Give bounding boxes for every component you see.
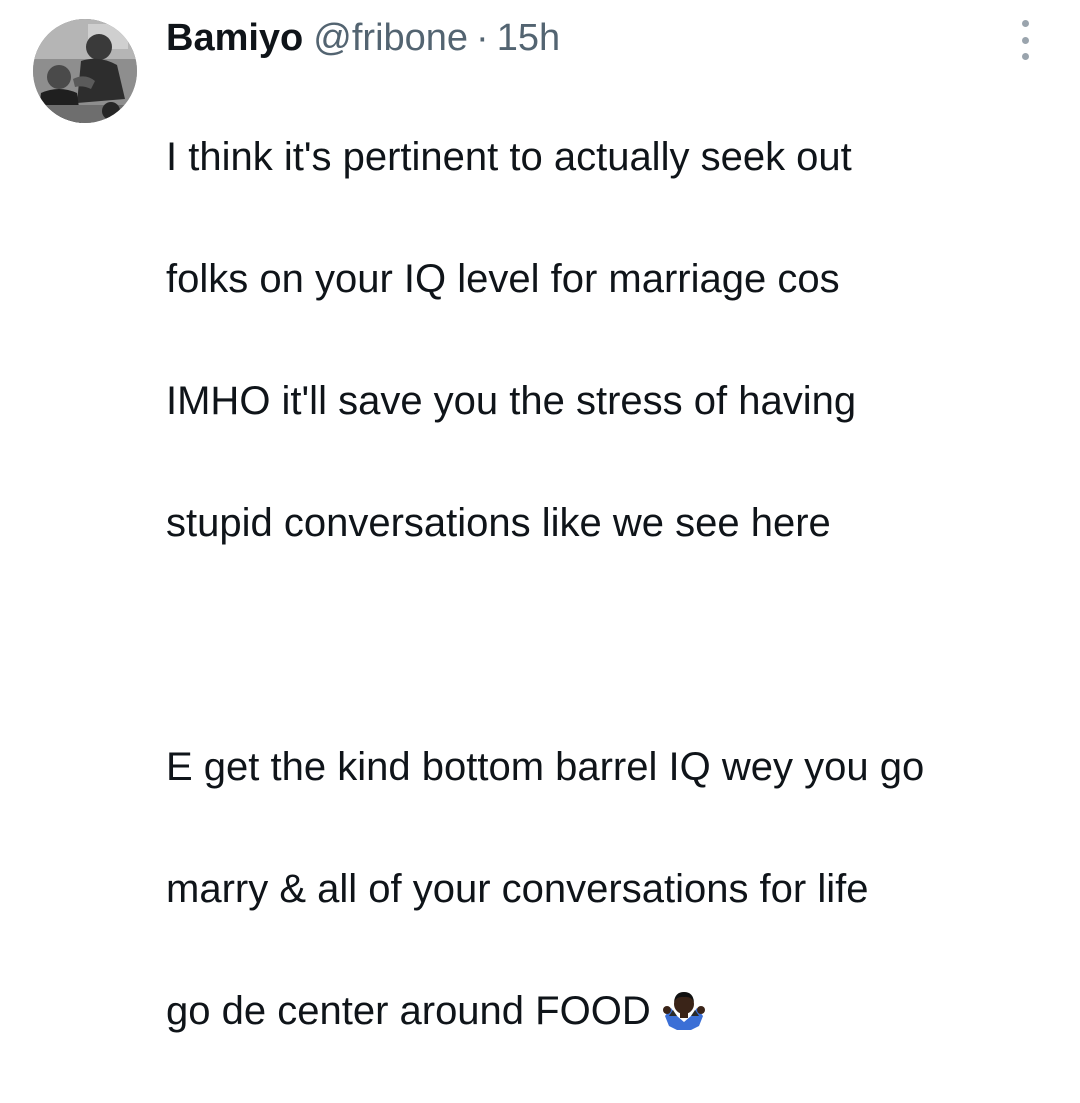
tweet-header: Bamiyo @fribone · 15h (166, 12, 560, 64)
more-options-icon[interactable] (1010, 20, 1040, 60)
tweet-line: stupid conversations like we see here (166, 501, 831, 545)
author-handle[interactable]: @fribone (313, 12, 468, 64)
more-dot (1021, 20, 1029, 27)
paragraph-break (166, 615, 1066, 676)
author-name[interactable]: Bamiyo (166, 12, 303, 64)
tweet-line: IMHO it'll save you the stress of having (166, 379, 857, 423)
tweet-line: marry & all of your conversations for li… (166, 867, 869, 911)
header-separator: · (476, 17, 489, 59)
tweet: Bamiyo @fribone · 15h I think it's perti… (0, 0, 1080, 1033)
tweet-line: folks on your IQ level for marriage cos (166, 257, 840, 301)
tweet-line-last: go de center around FOOD (166, 981, 1066, 1042)
more-dot (1021, 53, 1029, 60)
avatar[interactable] (33, 19, 137, 123)
avatar-photo (33, 19, 137, 123)
tweet-text: I think it's pertinent to actually seek … (166, 66, 1066, 1103)
tweet-line-text: go de center around FOOD (166, 989, 651, 1033)
tweet-line: I think it's pertinent to actually seek … (166, 135, 852, 179)
person-shrugging-emoji (661, 986, 707, 1032)
tweet-line: E get the kind bottom barrel IQ wey you … (166, 745, 925, 789)
more-dot (1021, 36, 1029, 44)
post-timestamp[interactable]: 15h (497, 12, 560, 64)
